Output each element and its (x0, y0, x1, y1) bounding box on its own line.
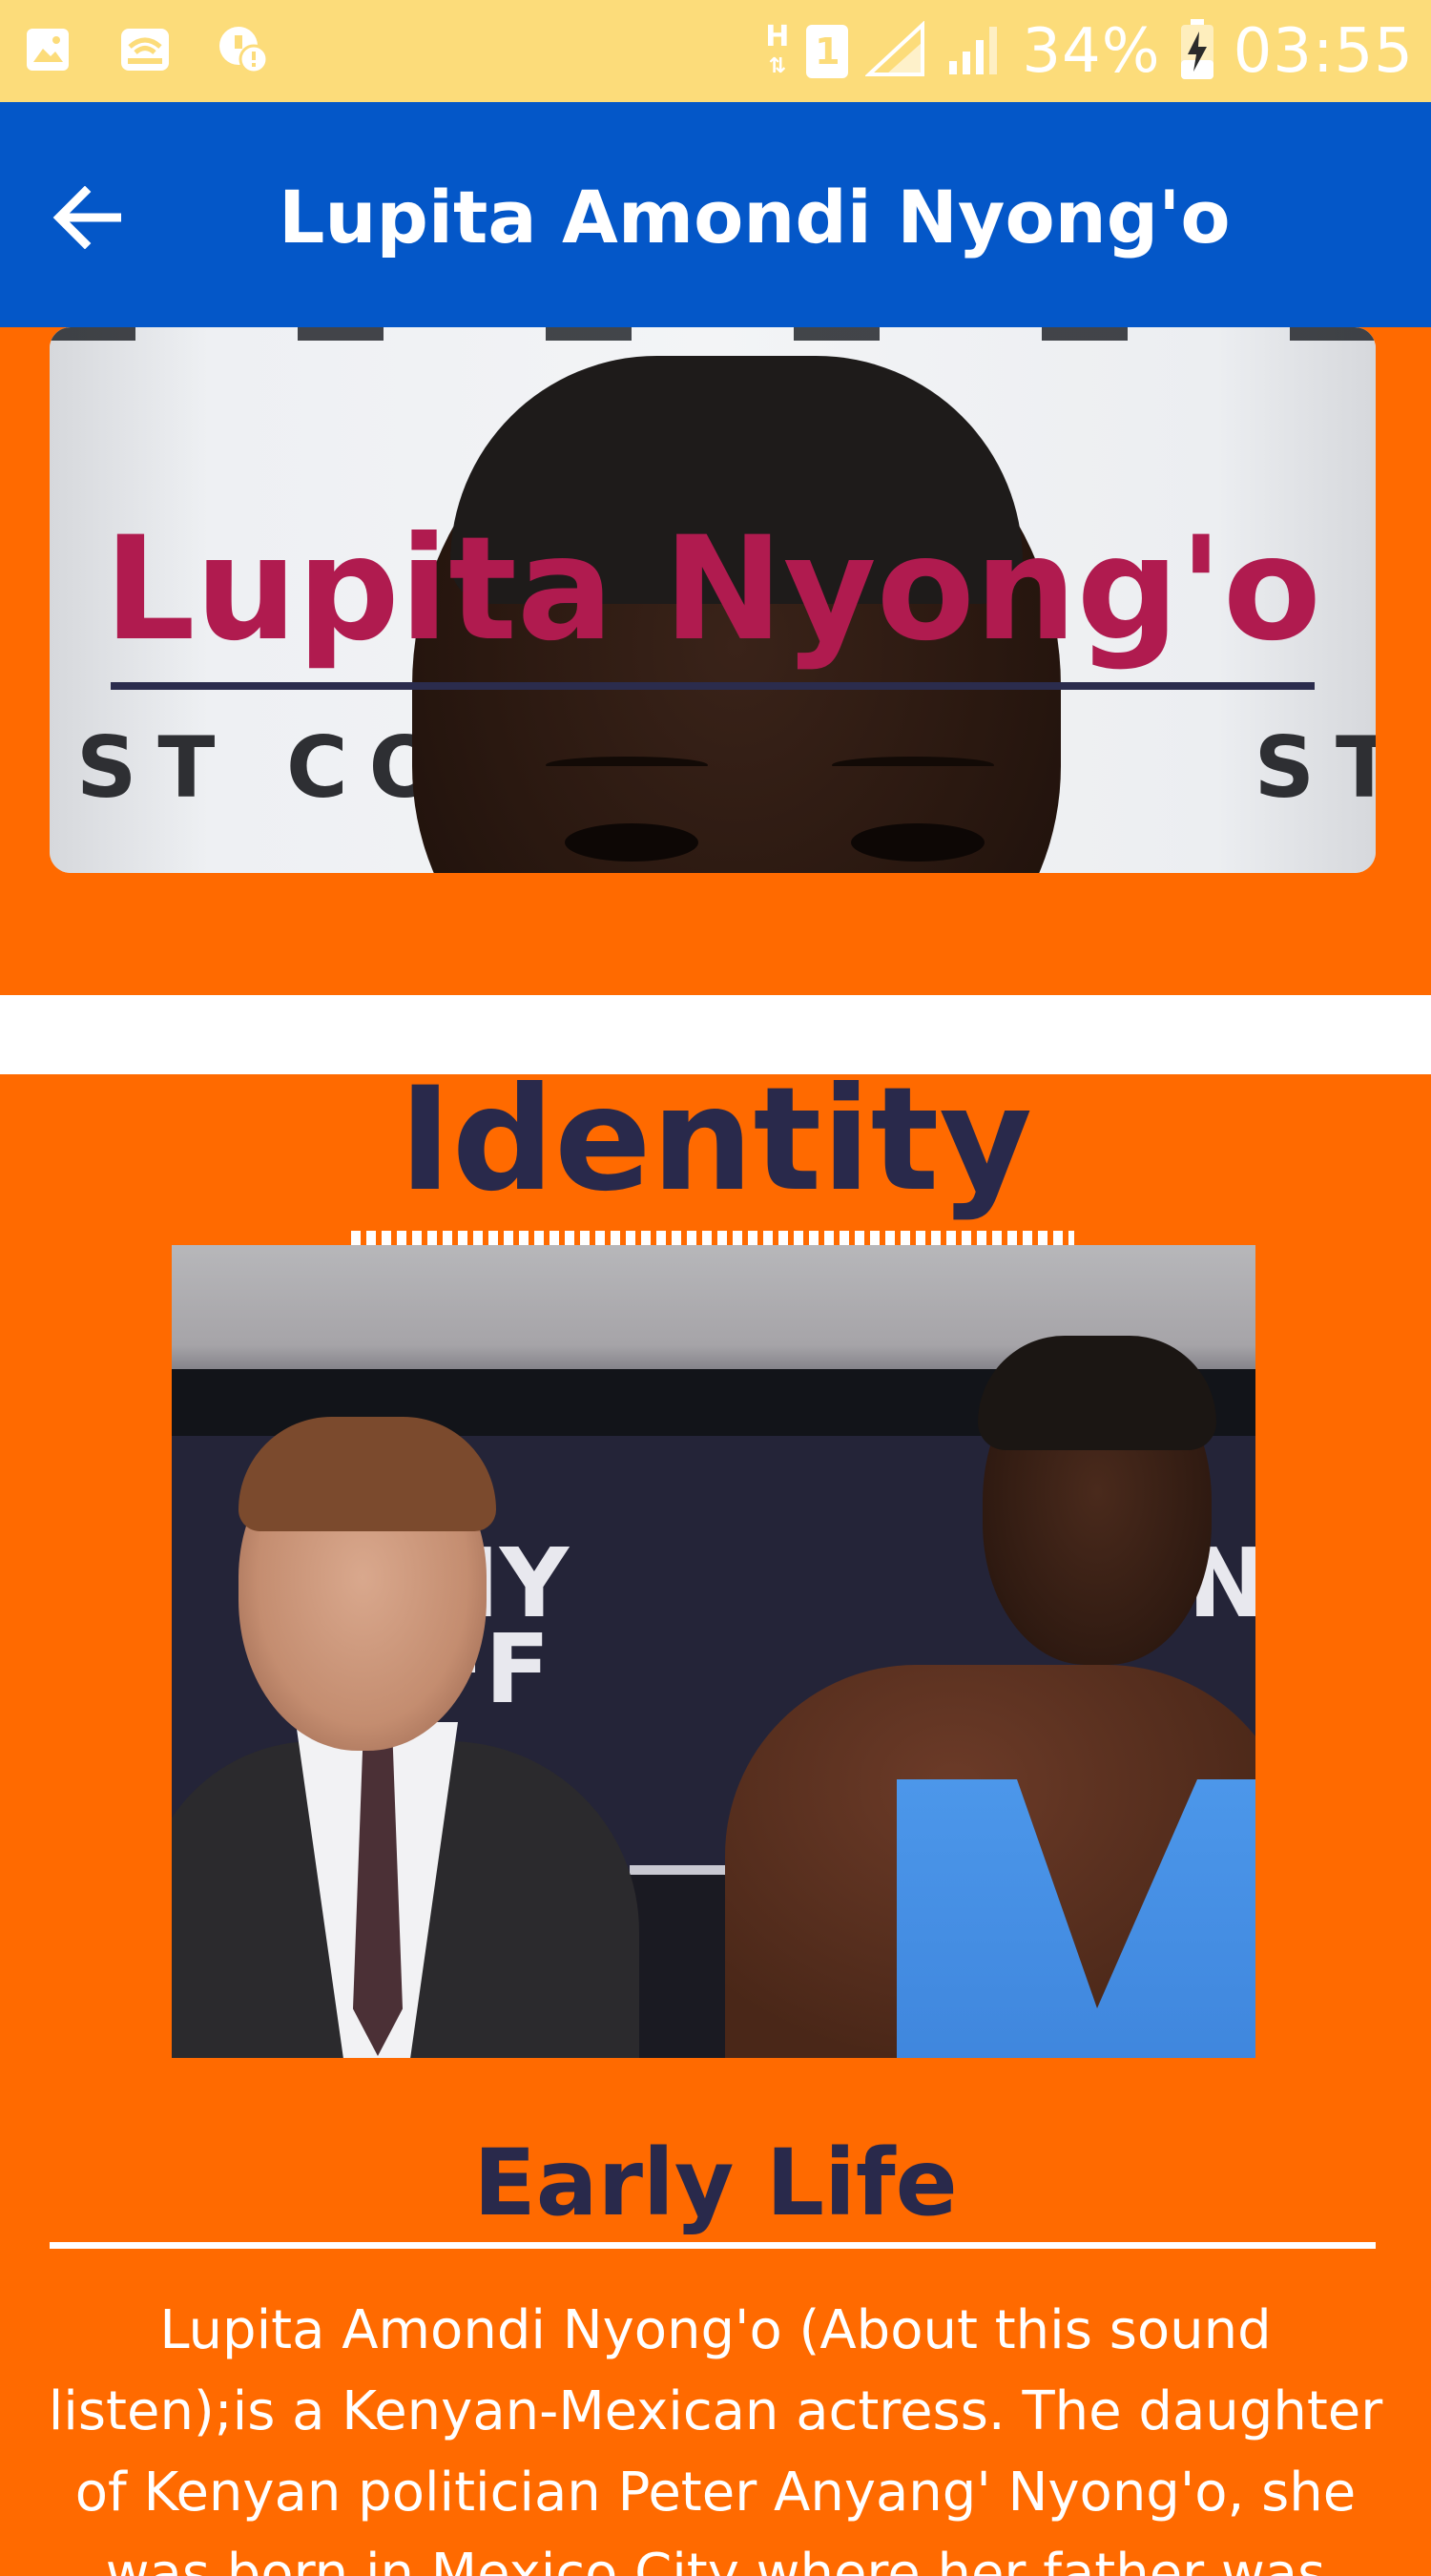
sim-label: 1 (815, 31, 840, 73)
hero-card: ST CO ST Lupita Nyong'o (50, 327, 1376, 873)
sim-icon: 1 (806, 25, 849, 78)
status-bar: H ⇅ 1 34% 03:55 (0, 0, 1431, 102)
network-type-label: H (765, 19, 790, 53)
arrow-back-icon (52, 186, 121, 249)
clock-time: 03:55 (1233, 16, 1414, 87)
early-life-heading: Early Life (473, 2129, 958, 2236)
hero-backdrop-pattern (50, 327, 1376, 341)
photo-man-hair (238, 1417, 496, 1531)
back-button[interactable] (46, 177, 128, 259)
early-life-rule (50, 2242, 1376, 2249)
hero-portrait-eye-right (851, 823, 985, 862)
identity-heading-dotted-rule (351, 1231, 1074, 1246)
hero-backdrop-text-right: ST (1254, 718, 1376, 817)
signal-strength-icon-1 (864, 19, 926, 83)
photo-woman-hair (978, 1336, 1216, 1450)
network-type-icon: H ⇅ (765, 19, 790, 78)
wifi-router-icon (118, 23, 172, 76)
hero-portrait-brow-right (832, 757, 994, 774)
hero-portrait-eye-left (565, 823, 698, 862)
hero-name-underline (111, 682, 1315, 690)
page-title: Lupita Amondi Nyong'o (279, 175, 1231, 260)
hero-portrait-brow-left (546, 757, 708, 774)
hero-backdrop-text-left: ST CO (76, 718, 462, 817)
app-bar: Lupita Amondi Nyong'o (0, 102, 1431, 327)
identity-photo: NY FF N (172, 1245, 1255, 2058)
hero-name: Lupita Nyong'o (104, 507, 1321, 673)
cloud-warning-icon (216, 23, 269, 76)
battery-percentage: 34% (1022, 16, 1161, 87)
image-icon (21, 23, 74, 76)
battery-charging-icon (1178, 18, 1216, 86)
signal-strength-icon-2 (944, 21, 1005, 83)
identity-heading: Identity (398, 1057, 1033, 1223)
status-left-icons (21, 23, 269, 76)
status-right-indicators: H ⇅ 1 34% 03:55 (765, 15, 1414, 88)
early-life-body: Lupita Amondi Nyong'o (About this sound … (48, 2299, 1383, 2576)
